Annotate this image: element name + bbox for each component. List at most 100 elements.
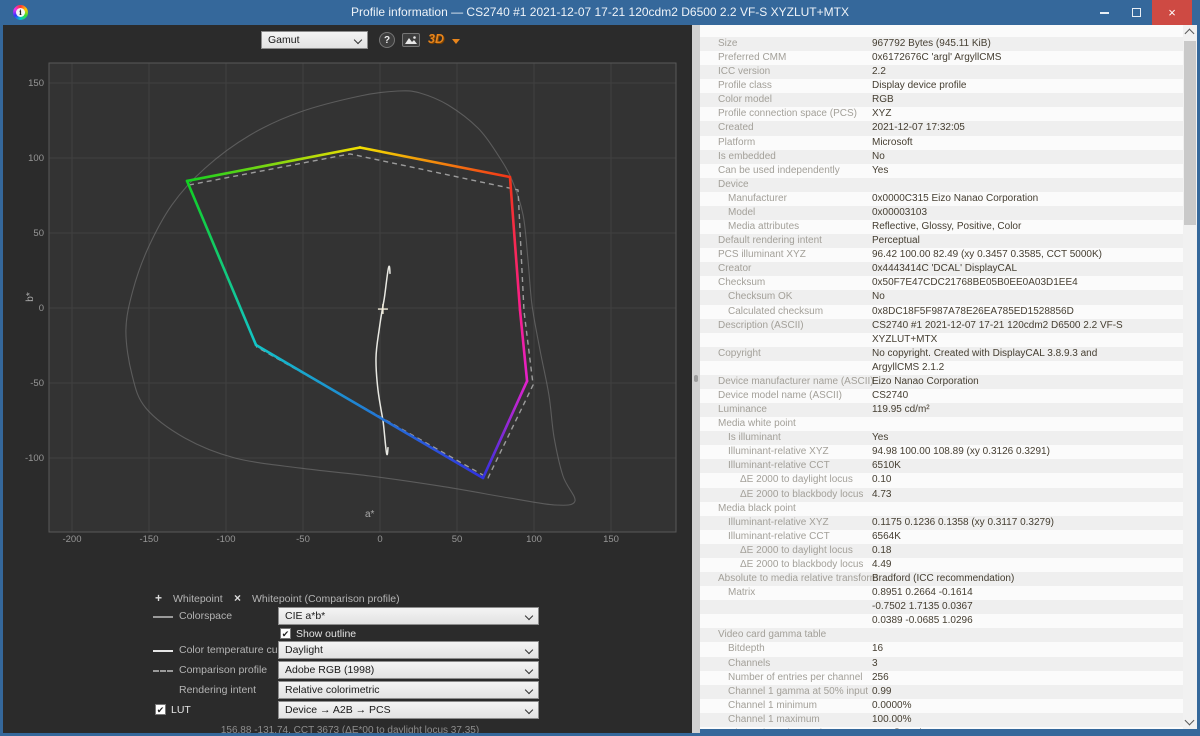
colorspace-value: CIE a*b* [285,610,325,622]
comparison-profile-select[interactable]: Adobe RGB (1998) [278,661,539,679]
info-label: ΔE 2000 to daylight locus [740,545,853,556]
lut-checkbox[interactable]: ✔ [155,704,166,715]
profile-info-row: Matrix0.8951 0.2664 -0.1614 [700,586,1183,601]
info-label: Absolute to media relative transform [718,573,878,584]
profile-info-row: Channel 1 maximum100.00% [700,713,1183,728]
info-label: Illuminant-relative XYZ [728,446,829,457]
colorspace-select[interactable]: CIE a*b* [278,607,539,625]
gamut-plot[interactable]: -200-150-100-50050100150150100500-50-100… [3,25,692,570]
profile-info-row: Is illuminant Yes [700,431,1183,446]
info-label: Illuminant-relative CCT [728,531,830,542]
info-value: 16 [872,643,883,654]
svg-text:a*: a* [365,509,375,520]
info-label: Created [718,122,754,133]
svg-text:-50: -50 [30,378,44,389]
svg-text:100: 100 [526,534,542,545]
info-label: Device [718,179,749,190]
scrollbar-thumb[interactable] [1184,41,1196,225]
profile-info-row: Illuminant-relative XYZ 94.98 100.00 108.… [700,445,1183,460]
profile-info-row: Luminance119.95 cd/m² [700,403,1183,418]
info-value: 0.0000% [872,700,911,711]
info-value: 0.18 [872,545,891,556]
info-label: Manufacturer [728,193,787,204]
profile-info-row: Channels3 [700,657,1183,672]
svg-text:150: 150 [28,78,44,89]
chevron-down-icon [525,612,533,620]
close-button[interactable]: × [1152,0,1192,25]
svg-text:-100: -100 [216,534,235,545]
info-label: Creator [718,263,751,274]
profile-info-row: Device [700,178,1183,193]
info-label: Model [728,207,755,218]
chevron-down-icon [525,686,533,694]
svg-text:0: 0 [377,534,382,545]
info-value: 4.73 [872,489,891,500]
info-value: 0x6172676C 'argl' ArgyllCMS [872,52,1001,63]
show-outline-checkbox[interactable]: ✔ [280,628,291,639]
svg-text:0: 0 [39,303,44,314]
info-label: Checksum [718,277,765,288]
info-value: 6510K [872,460,901,471]
info-label: Can be used independently [718,165,840,176]
color-temp-select[interactable]: Daylight [278,641,539,659]
svg-text:-150: -150 [139,534,158,545]
profile-info-row: Model 0x00003103 [700,206,1183,221]
info-label: Device model name (ASCII) [718,390,842,401]
minimize-button[interactable] [1088,0,1120,25]
info-value: No [872,291,885,302]
info-label: ΔE 2000 to daylight locus [740,474,853,485]
info-value: Yes [872,432,888,443]
info-value: 0x8DC18F5F987A78E26EA785ED1528856D [872,306,1074,317]
info-value: 0x00003103 [872,207,927,218]
maximize-button[interactable] [1120,0,1152,25]
info-label: Is embedded [718,151,776,162]
profile-info-row: Can be used independentlyYes [700,164,1183,179]
profile-info-row: Manufacturer0x0000C315 Eizo Nanao Corpor… [700,192,1183,207]
profile-info-row: XYZLUT+MTX [700,333,1183,348]
info-value: XYZ [872,108,891,119]
info-label: Bitdepth [728,643,765,654]
rendering-intent-select[interactable]: Relative colorimetric [278,681,539,699]
vertical-scrollbar[interactable] [1183,25,1197,729]
profile-information-window: i Profile information — CS2740 #1 2021-1… [0,0,1200,736]
info-value: 6564K [872,531,901,542]
profile-info-row: Absolute to media relative transformBrad… [700,572,1183,587]
splitter-grip-icon [694,375,698,382]
info-value: 96.42 100.00 82.49 (xy 0.3457 0.3585, CC… [872,249,1102,260]
info-value: Reflective, Glossy, Positive, Color [872,221,1021,232]
profile-info-row: Video card gamma table [700,628,1183,643]
svg-text:-50: -50 [296,534,310,545]
comparison-profile-label: Comparison profile [179,664,267,676]
panel-splitter[interactable] [692,25,700,733]
profile-info-row: Creator 0x4443414C 'DCAL' DisplayCAL [700,262,1183,277]
chevron-down-icon [525,706,533,714]
profile-info-row: ICC version2.2 [700,65,1183,80]
profile-info-row: Media white point [700,417,1183,432]
profile-info-row: Illuminant-relative XYZ0.1175 0.1236 0.1… [700,516,1183,531]
info-value: ArgyllCMS 2.1.2 [872,362,944,373]
info-value: Eizo Nanao Corporation [872,376,979,387]
info-value: 0.10 [872,474,891,485]
info-label: Number of entries per channel [728,672,863,683]
info-value: CS2740 [872,390,908,401]
scroll-up-icon[interactable] [1185,29,1195,39]
legend-whitepoint-label: Whitepoint [173,593,223,605]
info-label: Color model [718,94,772,105]
profile-info-row: Channel 1 gamma at 50% input0.99 [700,685,1183,700]
info-label: Is illuminant [728,432,781,443]
gamut-plot-panel: Gamut ? 3D -200-150-100-5005010015015010… [3,25,692,733]
profile-info-row: Checksum0x50F7E47CDC21768BE05B0EE0A03D1E… [700,276,1183,291]
window-title: Profile information — CS2740 #1 2021-12-… [0,5,1200,19]
info-label: Channel 1 maximum [728,714,820,725]
info-value: 0x4443414C 'DCAL' DisplayCAL [872,263,1017,274]
lut-select[interactable]: Device → A2B → PCS [278,701,539,719]
info-value: 94.98 100.00 108.89 (xy 0.3126 0.3291) [872,446,1050,457]
profile-info-panel: Size967792 Bytes (945.11 KiB)Preferred C… [700,25,1197,729]
scroll-down-icon[interactable] [1185,716,1195,726]
info-value: 0.0389 -0.0685 1.0296 [872,615,973,626]
profile-info-row: -0.7502 1.7135 0.0367 [700,600,1183,615]
info-label: Matrix [728,587,755,598]
title-bar[interactable]: i Profile information — CS2740 #1 2021-1… [0,0,1200,25]
info-value: RGB [872,94,894,105]
svg-text:-100: -100 [25,453,44,464]
